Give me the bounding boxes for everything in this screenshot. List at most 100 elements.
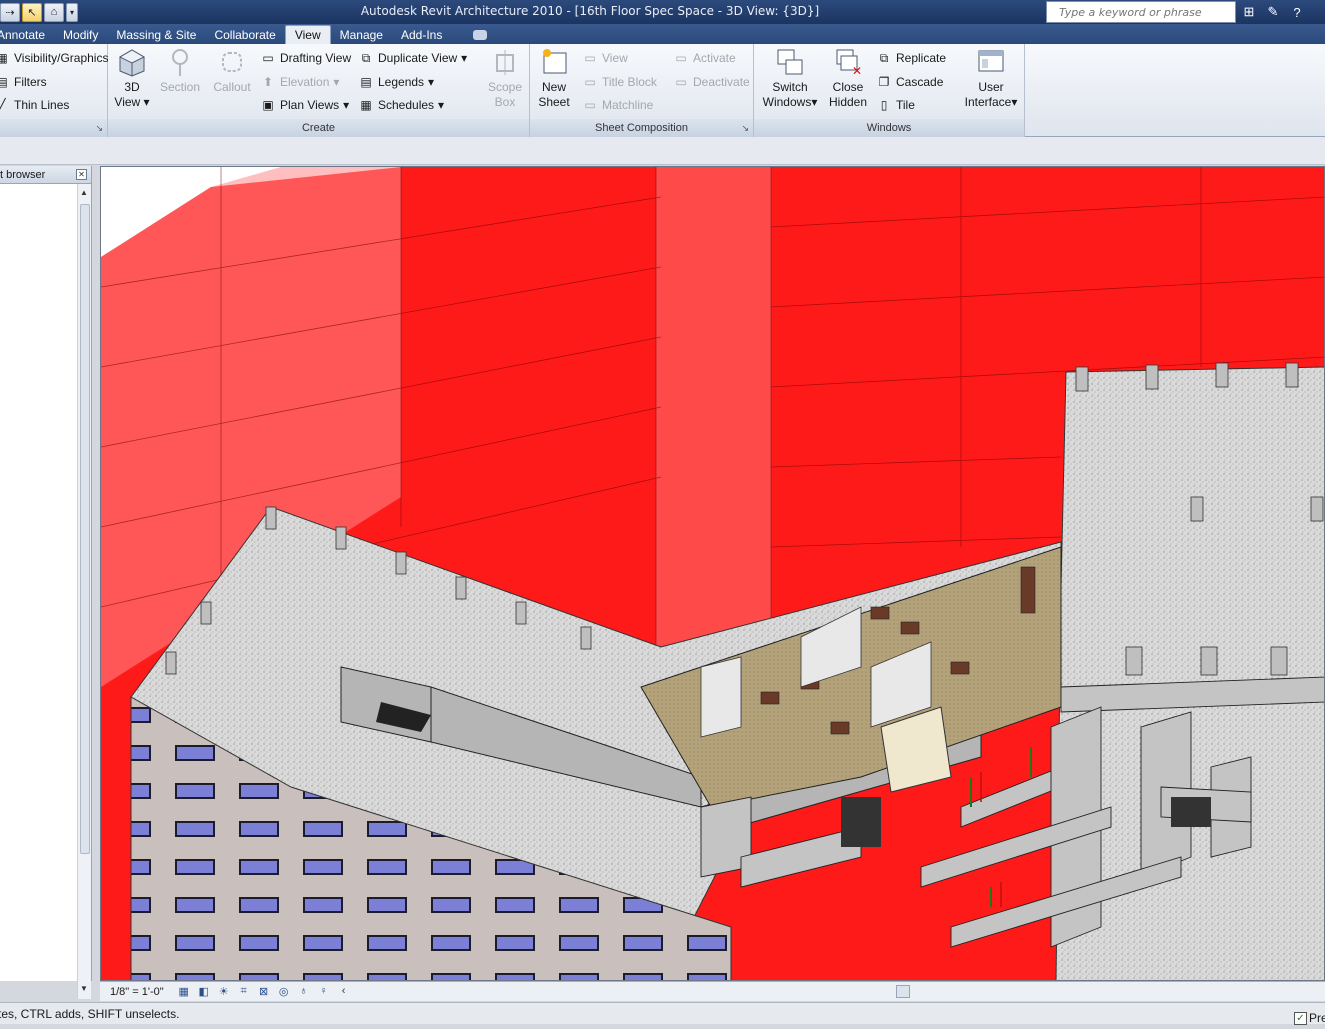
visibility-graphics-icon: ▦ <box>0 51 8 65</box>
binoculars-icon[interactable]: ⊞ <box>1240 3 1258 21</box>
crop-view-icon[interactable]: ⌗ <box>236 985 252 999</box>
3d-house-icon <box>116 46 148 78</box>
tab-annotate[interactable]: Annotate <box>0 26 54 44</box>
sheet-composition-panel: New Sheet ▭ View ▭ Title Block ▭ Matchline … <box>530 44 754 137</box>
close-hidden-button[interactable]: ✕ Close Hidden <box>822 46 874 110</box>
title-block-button[interactable]: ▭ Title Block <box>582 72 657 92</box>
project-browser-scrollbar[interactable]: ▲ ▼ <box>77 184 91 999</box>
ribbon-tabs: Annotate Modify Massing & Site Collabora… <box>0 24 1325 44</box>
sheet-composition-panel-title: Sheet Composition <box>530 119 753 137</box>
tab-modify[interactable]: Modify <box>54 26 107 44</box>
3d-model-drawing <box>101 167 1324 980</box>
reveal-hidden-icon[interactable]: ♁ <box>296 985 312 999</box>
scrollbar-thumb[interactable] <box>80 204 90 854</box>
default-3d-view-icon[interactable]: ⌂ <box>44 2 64 22</box>
ribbon: ▦ Visibility/Graphics ▤ Filters ╱ Thin Line… <box>0 44 1325 137</box>
tile-icon: ▯ <box>880 98 888 112</box>
elevation-button[interactable]: ⬆ Elevation ▾ <box>260 72 339 92</box>
tab-manage[interactable]: Manage <box>331 26 392 44</box>
panel-launcher-icon[interactable]: ↘ <box>741 123 749 134</box>
temporary-hide-icon[interactable]: ◎ <box>276 985 292 999</box>
drafting-view-icon: ▭ <box>262 51 274 65</box>
schedules-button[interactable]: ▦ Schedules ▾ <box>358 95 444 115</box>
project-browser-header: t browser ✕ <box>0 166 91 184</box>
activate-icon: ▭ <box>675 51 687 65</box>
drafting-view-button[interactable]: ▭ Drafting View <box>260 48 351 68</box>
place-view-icon: ▭ <box>584 51 596 65</box>
scope-box-icon <box>489 46 521 78</box>
deactivate-button[interactable]: ▭ Deactivate <box>673 72 749 92</box>
replicate-icon: ⧉ <box>879 50 889 65</box>
close-hidden-icon: ✕ <box>832 46 864 78</box>
windows-panel: Switch Windows▾ ✕ Close Hidden ⧉ Replicat… <box>754 44 1025 137</box>
press-drag-toggle[interactable]: ✓ Pre <box>1294 1007 1325 1029</box>
panel-divider[interactable] <box>92 166 100 981</box>
user-interface-button[interactable]: User Interface▾ <box>962 46 1020 110</box>
duplicate-view-button[interactable]: ⧉ Duplicate View ▾ <box>358 48 467 68</box>
3d-view-canvas[interactable] <box>100 166 1325 981</box>
qat-dropdown-icon[interactable]: ▾ <box>66 2 78 22</box>
minimize-ribbon-icon[interactable] <box>473 30 488 40</box>
elevation-icon: ⬆ <box>262 75 274 89</box>
model-graphics-style-icon[interactable]: ◧ <box>196 985 212 999</box>
detail-level-icon[interactable]: ▦ <box>176 985 192 999</box>
thin-lines-button[interactable]: ╱ Thin Lines <box>0 95 69 115</box>
place-view-button[interactable]: ▭ View <box>582 48 627 68</box>
undo-redo-icon[interactable]: ⇢ <box>0 2 20 22</box>
legends-icon: ▤ <box>360 75 372 89</box>
replicate-button[interactable]: ⧉ Replicate <box>876 48 946 68</box>
infocenter-tools: ⊞ ✎ ? <box>1236 2 1306 22</box>
visibility-graphics-button[interactable]: ▦ Visibility/Graphics <box>0 48 108 68</box>
switch-windows-icon <box>774 46 806 78</box>
callout-button[interactable]: Callout <box>206 46 258 95</box>
graphics-panel: ▦ Visibility/Graphics ▤ Filters ╱ Thin Line… <box>0 44 108 137</box>
duplicate-view-icon: ⧉ <box>361 50 371 65</box>
user-interface-icon <box>975 46 1007 78</box>
new-sheet-icon <box>538 46 570 78</box>
svg-text:✕: ✕ <box>852 64 862 77</box>
tab-massing-site[interactable]: Massing & Site <box>107 26 205 44</box>
3d-view-button[interactable]: 3D View ▾ <box>106 46 158 110</box>
checkbox-icon[interactable]: ✓ <box>1294 1011 1307 1025</box>
tile-button[interactable]: ▯ Tile <box>876 95 915 115</box>
tab-view[interactable]: View <box>284 25 331 44</box>
switch-windows-button[interactable]: Switch Windows▾ <box>762 46 818 110</box>
deactivate-icon: ▭ <box>675 75 687 89</box>
windows-panel-title: Windows <box>754 119 1024 137</box>
callout-icon <box>216 46 248 78</box>
lock-3d-view-icon[interactable]: ♀ <box>316 985 332 999</box>
status-text: tes, CTRL adds, SHIFT unselects. <box>0 1007 180 1021</box>
legends-button[interactable]: ▤ Legends ▾ <box>358 72 434 92</box>
communication-center-icon[interactable]: ✎ <box>1264 3 1282 21</box>
select-pointer-icon[interactable]: ↖ <box>22 2 42 22</box>
thin-lines-icon: ╱ <box>0 98 6 112</box>
tab-collaborate[interactable]: Collaborate <box>205 26 284 44</box>
cascade-icon: ❐ <box>878 75 890 89</box>
infocenter-search[interactable] <box>1046 1 1236 23</box>
project-browser: t browser ✕ ▲ ▼ <box>0 166 92 999</box>
panel-launcher-icon[interactable]: ↘ <box>95 123 103 134</box>
view-control-bar: 1/8" = 1'-0" ▦ ◧ ☀ ⌗ ⊠ ◎ ♁ ♀ ‹ <box>100 981 1325 1001</box>
scroll-left-icon[interactable]: ‹ <box>336 985 352 999</box>
activate-button[interactable]: ▭ Activate <box>673 48 735 68</box>
schedules-icon: ▦ <box>360 98 372 112</box>
filters-button[interactable]: ▤ Filters <box>0 72 47 92</box>
help-icon[interactable]: ? <box>1288 3 1306 21</box>
scroll-up-icon[interactable]: ▲ <box>80 188 88 197</box>
shadows-icon[interactable]: ☀ <box>216 985 232 999</box>
view-scale[interactable]: 1/8" = 1'-0" <box>110 986 164 998</box>
plan-views-button[interactable]: ▣ Plan Views ▾ <box>260 95 349 115</box>
graphics-panel-title <box>0 119 107 137</box>
horizontal-scroll-thumb[interactable] <box>896 985 910 998</box>
scope-box-button[interactable]: Scope Box <box>479 46 531 110</box>
create-panel: 3D View ▾ Section Callout ▭ Drafting View… <box>108 44 530 137</box>
scroll-down-icon[interactable]: ▼ <box>80 984 88 993</box>
close-icon[interactable]: ✕ <box>76 169 87 180</box>
section-button[interactable]: Section <box>154 46 206 95</box>
cascade-button[interactable]: ❐ Cascade <box>876 72 944 92</box>
matchline-button[interactable]: ▭ Matchline <box>582 95 653 115</box>
tab-add-ins[interactable]: Add-Ins <box>392 26 451 44</box>
search-input[interactable] <box>1047 2 1235 22</box>
new-sheet-button[interactable]: New Sheet <box>528 46 580 110</box>
show-crop-region-icon[interactable]: ⊠ <box>256 985 272 999</box>
